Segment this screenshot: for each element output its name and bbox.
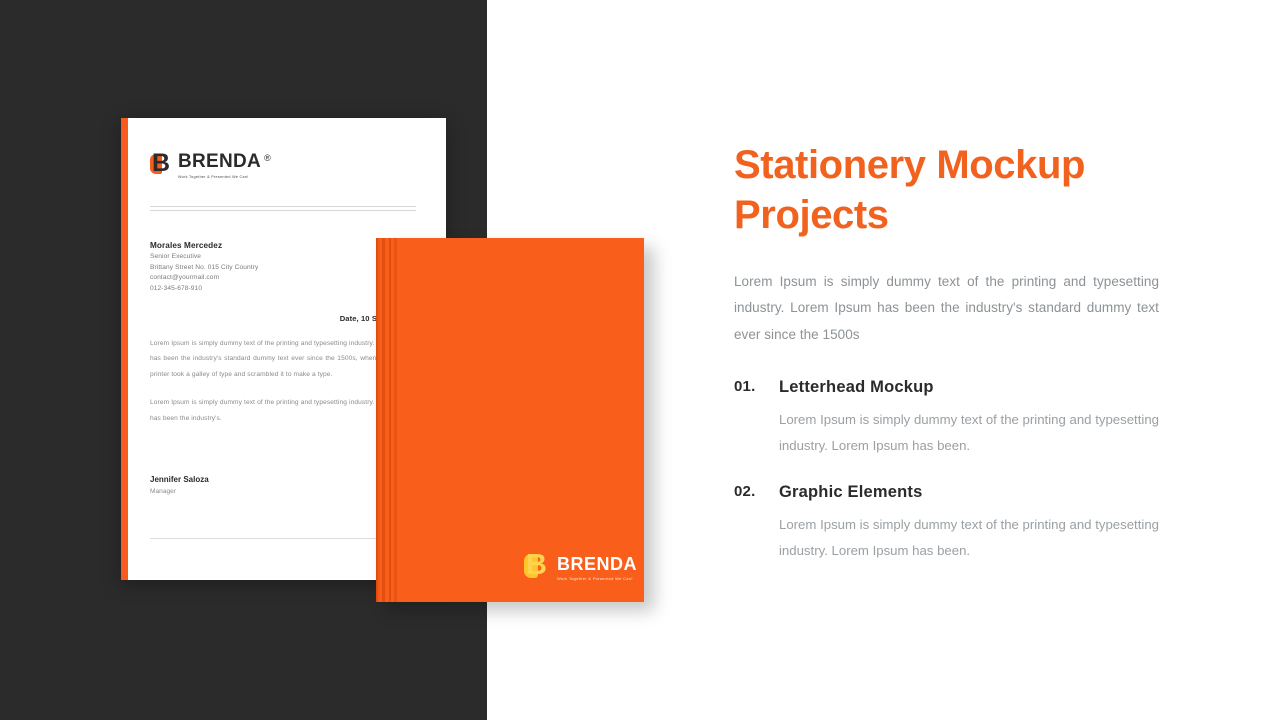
list-item-number: 01. [734,378,756,396]
feature-list: 01. Letterhead Mockup Lorem Ipsum is sim… [734,375,1159,564]
list-item-heading: Letterhead Mockup [779,378,934,397]
list-item-body: Letterhead Mockup Lorem Ipsum is simply … [779,375,1159,459]
brand-b-mark-icon: B [150,149,171,177]
list-item-body: Graphic Elements Lorem Ipsum is simply d… [779,480,1159,564]
letterhead-accent-stripe [121,118,128,580]
list-item[interactable]: 01. Letterhead Mockup Lorem Ipsum is sim… [734,375,1159,459]
registered-trademark-icon: ® [264,152,271,163]
list-item-number: 02. [734,483,756,501]
divider-line-top [150,206,416,207]
page-lead-paragraph: Lorem Ipsum is simply dummy text of the … [734,274,1159,342]
book-brand-tagline: Work Together & Presented We Can! [557,577,633,582]
list-item-description: Lorem Ipsum is simply dummy text of the … [779,517,1159,559]
book-spine-line-2 [389,238,391,602]
book-spine-line-1 [382,238,385,602]
content-column: Stationery Mockup Projects Lorem Ipsum i… [734,140,1159,564]
brand-b-mark-letter: B [152,149,171,177]
letterhead-logo-wordmark: BRENDA ® Work Together & Presented We Can… [178,151,271,179]
book-brand-b-mark-letter: B [526,549,547,581]
list-item-description: Lorem Ipsum is simply dummy text of the … [779,412,1159,454]
letterhead-brand-name: BRENDA [178,151,262,172]
letterhead-brand-tagline: Work Together & Presented We Can! [178,175,249,180]
book-brand-name: BRENDA [557,554,638,574]
book-cover-mockup[interactable]: B BRENDA Work Together & Presented We Ca… [376,238,644,602]
book-logo-wordmark: BRENDA Work Together & Presented We Can! [557,554,637,581]
letterhead-divider [150,206,416,211]
page-title: Stationery Mockup Projects [734,143,1086,237]
list-item-heading: Graphic Elements [779,483,923,502]
book-logo: B BRENDA Work Together & Presented We Ca… [524,549,637,581]
letterhead-logo: B BRENDA ® Work Together & Presented We C… [150,149,416,180]
list-item[interactable]: 02. Graphic Elements Lorem Ipsum is simp… [734,480,1159,564]
book-brand-b-mark-icon: B [524,549,548,581]
book-edge-shade [376,238,380,602]
book-spine-line-3 [394,238,397,602]
slide-canvas: B BRENDA ® Work Together & Presented We C… [0,0,1280,720]
divider-line-bottom [150,210,416,211]
